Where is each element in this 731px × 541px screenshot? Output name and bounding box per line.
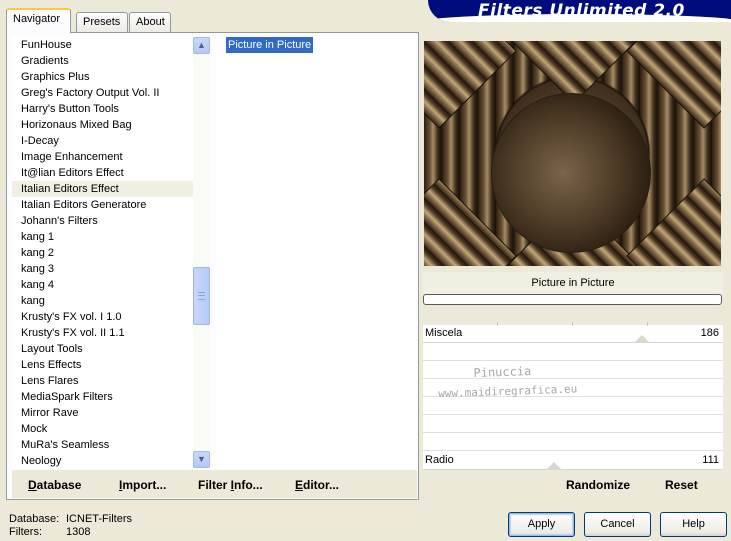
randomize-bar: Randomize Reset bbox=[423, 470, 723, 498]
database-value: ICNET-Filters bbox=[66, 513, 132, 525]
category-item[interactable]: Mock bbox=[12, 421, 194, 437]
help-button[interactable]: Help bbox=[660, 512, 727, 537]
category-item[interactable]: kang 4 bbox=[12, 277, 194, 293]
tick bbox=[572, 322, 573, 326]
slider-knob[interactable] bbox=[634, 335, 650, 343]
empty-parameter-row bbox=[423, 434, 723, 451]
tab-about[interactable]: About bbox=[129, 12, 171, 32]
database-label: Database: bbox=[9, 513, 60, 525]
category-item[interactable]: Layout Tools bbox=[12, 341, 194, 357]
filter-info-label: nfo... bbox=[234, 478, 263, 492]
category-item[interactable]: Krusty's FX vol. I 1.0 bbox=[12, 309, 194, 325]
database-mnemonic: D bbox=[28, 478, 37, 492]
tab-label: Presets bbox=[83, 16, 121, 28]
category-item[interactable]: kang 2 bbox=[12, 245, 194, 261]
editor-mnemonic: E bbox=[295, 478, 304, 492]
filters-value: 1308 bbox=[66, 526, 91, 538]
category-item[interactable]: kang bbox=[12, 293, 194, 309]
slider-label: Radio bbox=[425, 454, 454, 466]
watermark-line: www.maidiregrafica.eu bbox=[437, 382, 578, 401]
category-list[interactable]: FunHouse Gradients Graphics Plus Greg's Fac… bbox=[12, 37, 194, 469]
scroll-up-button[interactable]: ▲ bbox=[193, 37, 210, 54]
category-item[interactable]: Gradients bbox=[12, 53, 194, 69]
preview-tile bbox=[626, 41, 721, 129]
category-item[interactable]: Krusty's FX vol. II 1.1 bbox=[12, 325, 194, 341]
randomize-button[interactable]: Randomize bbox=[566, 478, 630, 492]
filters-label: Filters: bbox=[9, 526, 42, 538]
category-item[interactable]: Graphics Plus bbox=[12, 69, 194, 85]
category-item[interactable]: Lens Effects bbox=[12, 357, 194, 373]
empty-parameter-row bbox=[423, 416, 723, 433]
watermark: Pinuccia www.maidiregrafica.eu bbox=[437, 360, 578, 415]
category-item[interactable]: I-Decay bbox=[12, 133, 194, 149]
filter-info-label-a: Filter bbox=[198, 478, 231, 492]
import-label: mport... bbox=[122, 478, 167, 492]
preview-tile bbox=[424, 41, 517, 129]
category-item[interactable]: kang 1 bbox=[12, 229, 194, 245]
slider-value: 111 bbox=[702, 454, 719, 466]
database-label: atabase bbox=[36, 478, 82, 492]
empty-parameter-row bbox=[423, 344, 723, 361]
filter-info-button[interactable]: Filter Info... bbox=[198, 478, 263, 492]
category-item[interactable]: MuRa's Seamless bbox=[12, 437, 194, 453]
category-item[interactable]: Neology bbox=[12, 453, 194, 469]
slider-label: Miscela bbox=[425, 327, 463, 339]
editor-label: ditor... bbox=[303, 478, 340, 492]
category-item[interactable]: Italian Editors Effect bbox=[12, 181, 194, 197]
banner-title: Filters Unlimited 2.0 bbox=[478, 1, 685, 21]
preview-image bbox=[424, 41, 721, 266]
database-button[interactable]: Database bbox=[28, 478, 81, 492]
title-banner: Filters Unlimited 2.0 bbox=[428, 0, 731, 22]
slider-radio[interactable]: Radio 111 bbox=[423, 452, 723, 470]
scroll-down-button[interactable]: ▼ bbox=[193, 451, 210, 468]
apply-button[interactable]: Apply bbox=[508, 512, 575, 537]
category-item[interactable]: Italian Editors Generatore bbox=[12, 197, 194, 213]
category-item[interactable]: Lens Flares bbox=[12, 373, 194, 389]
category-item[interactable]: Johann's Filters bbox=[12, 213, 194, 229]
chevron-down-icon: ▼ bbox=[197, 454, 206, 464]
tick bbox=[497, 322, 498, 326]
filters-count-row: Filters: 1308 bbox=[9, 526, 132, 539]
category-item[interactable]: Mirror Rave bbox=[12, 405, 194, 421]
effect-title: Picture in Picture bbox=[423, 272, 723, 294]
preview-center-circle bbox=[491, 93, 651, 253]
filter-item[interactable]: Picture in Picture bbox=[226, 37, 314, 53]
category-item[interactable]: It@lian Editors Effect bbox=[12, 165, 194, 181]
tab-navigator[interactable]: Navigator bbox=[6, 8, 71, 33]
navigator-toolbar: Database Import... Filter Info... Editor… bbox=[12, 470, 417, 498]
reset-button[interactable]: Reset bbox=[665, 478, 698, 492]
scroll-thumb[interactable] bbox=[193, 267, 210, 325]
tab-label: Navigator bbox=[13, 13, 61, 25]
database-row: Database: ICNET-Filters bbox=[9, 513, 132, 526]
slider-miscela[interactable]: Miscela 186 bbox=[423, 322, 723, 343]
progress-bar bbox=[423, 294, 722, 305]
tick bbox=[647, 322, 648, 326]
category-item[interactable]: Image Enhancement bbox=[12, 149, 194, 165]
editor-button[interactable]: Editor... bbox=[295, 478, 339, 492]
chevron-up-icon: ▲ bbox=[197, 40, 206, 50]
slider-ticks bbox=[423, 322, 723, 327]
category-item[interactable]: kang 3 bbox=[12, 261, 194, 277]
tab-presets[interactable]: Presets bbox=[76, 12, 128, 32]
slider-knob[interactable] bbox=[546, 462, 562, 470]
tab-label: About bbox=[136, 16, 165, 28]
database-info: Database: ICNET-Filters Filters: 1308 bbox=[9, 513, 132, 539]
slider-value: 186 bbox=[700, 327, 719, 339]
category-item[interactable]: MediaSpark Filters bbox=[12, 389, 194, 405]
category-item[interactable]: Greg's Factory Output Vol. II bbox=[12, 85, 194, 101]
import-button[interactable]: Import... bbox=[119, 478, 166, 492]
preview-frame bbox=[422, 36, 723, 270]
filter-list: Picture in Picture bbox=[216, 37, 416, 469]
category-item[interactable]: Harry's Button Tools bbox=[12, 101, 194, 117]
category-item[interactable]: FunHouse bbox=[12, 37, 194, 53]
category-scrollbar[interactable]: ▲ ▼ bbox=[193, 37, 210, 468]
cancel-button[interactable]: Cancel bbox=[584, 512, 651, 537]
category-item[interactable]: Horizonaus Mixed Bag bbox=[12, 117, 194, 133]
grip-icon bbox=[198, 292, 205, 300]
